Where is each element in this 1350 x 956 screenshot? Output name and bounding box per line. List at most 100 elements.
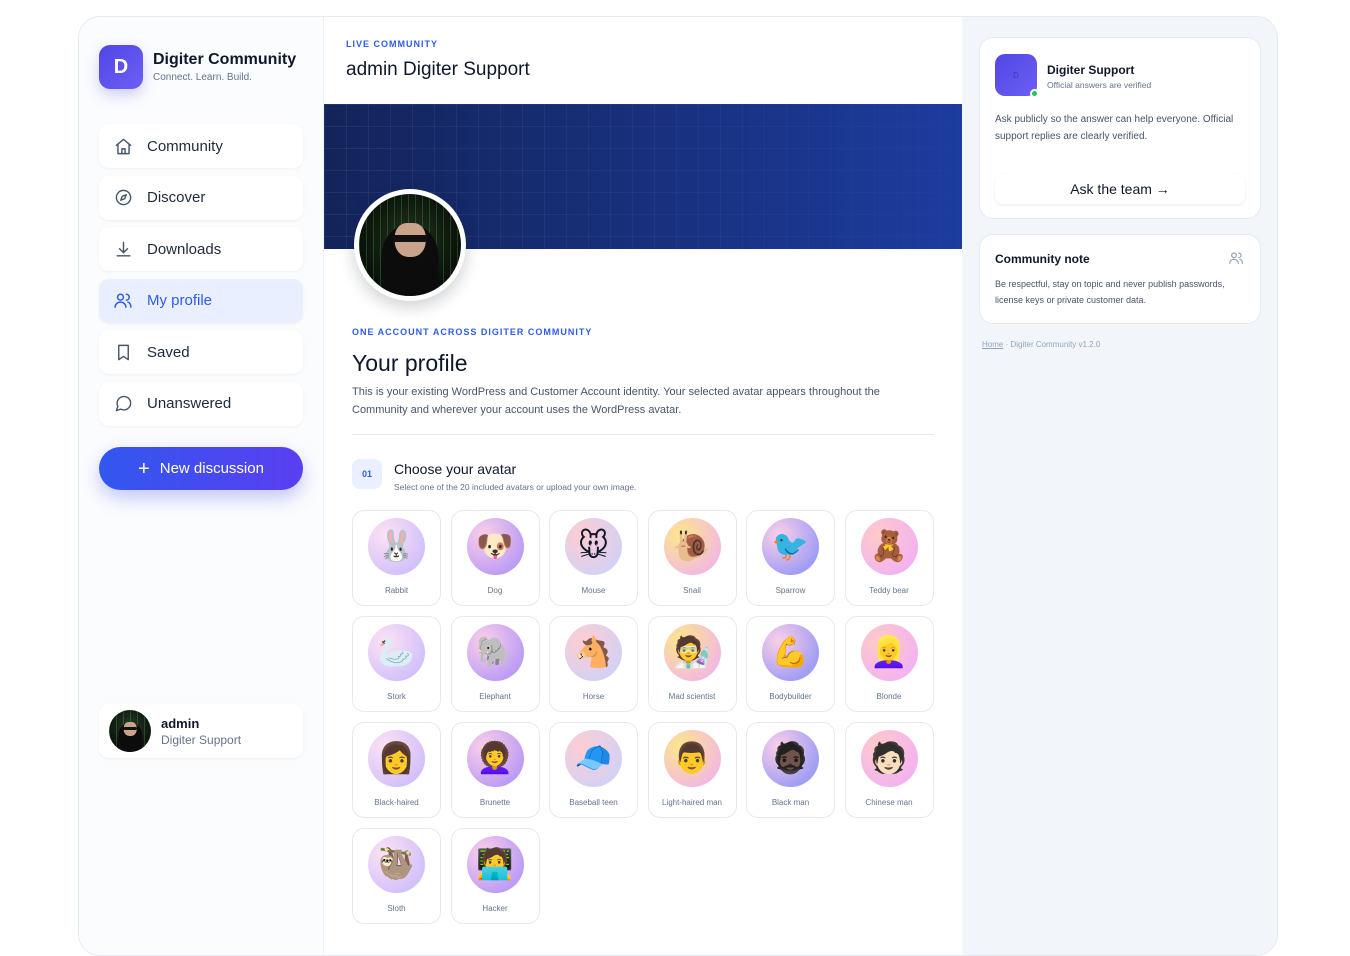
- profile-title: Your profile: [352, 350, 468, 376]
- avatar-name: Mad scientist: [668, 692, 716, 701]
- users-icon: [1228, 250, 1244, 271]
- page-title: admin Digiter Support: [346, 59, 530, 80]
- support-card: D Digiter Support Official answers are v…: [979, 37, 1261, 219]
- sidebar-item-saved[interactable]: Saved: [99, 330, 303, 374]
- sidebar-item-unanswered[interactable]: Unanswered: [99, 381, 303, 426]
- right-sidebar: D Digiter Support Official answers are v…: [962, 17, 1277, 955]
- divider: [352, 434, 934, 435]
- avatar-name: Blonde: [876, 692, 902, 701]
- bookmark-icon: [113, 342, 133, 362]
- sidebar-item-label: Discover: [147, 189, 206, 206]
- avatar-image: 🐌: [663, 518, 721, 575]
- compass-icon: [113, 188, 133, 208]
- sidebar-item-my-profile[interactable]: My profile: [99, 278, 303, 323]
- avatar-name: Black-haired: [374, 798, 419, 807]
- avatar-name: Stork: [387, 692, 406, 701]
- avatar-option-black-man[interactable]: 🧔🏿 Black man: [746, 722, 835, 818]
- step-subtitle: Select one of the 20 included avatars or…: [394, 482, 637, 492]
- new-discussion-button[interactable]: + New discussion: [99, 447, 303, 490]
- avatar-option-mouse[interactable]: 🐭 Mouse: [549, 510, 638, 606]
- footer-version: Digiter Community v1.2.0: [1010, 340, 1101, 349]
- home-link[interactable]: Home: [982, 340, 1003, 349]
- step-title: Choose your avatar: [394, 461, 517, 477]
- sidebar-item-downloads[interactable]: Downloads: [99, 227, 303, 271]
- new-discussion-label: New discussion: [159, 460, 264, 477]
- avatar-name: Bodybuilder: [769, 692, 812, 701]
- avatar-option-stork[interactable]: 🦢 Stork: [352, 616, 441, 712]
- brand-logo: D: [99, 45, 143, 89]
- avatar-option-elephant[interactable]: 🐘 Elephant: [450, 616, 540, 712]
- avatar-option-baseball-teen[interactable]: 🧢 Baseball teen: [549, 722, 638, 818]
- avatar-image: 👱‍♀️: [860, 624, 918, 681]
- avatar-image: 🦥: [368, 836, 425, 893]
- sidebar-nav: Community Discover Downloads My profile: [99, 124, 303, 433]
- note-description: Be respectful, stay on topic and never p…: [995, 279, 1225, 305]
- ask-the-team-button[interactable]: Ask the team →: [995, 174, 1245, 204]
- avatar-grid: 🐰 Rabbit 🐶 Dog 🐭 Mouse 🐌 Snail 🐦 Sparrow 🧸 Teddy be…: [352, 510, 934, 924]
- message-circle-icon: [113, 394, 133, 414]
- avatar-name: Dog: [487, 586, 503, 595]
- avatar-name: Light-haired man: [661, 798, 723, 807]
- sidebar: D Digiter Community Connect. Learn. Buil…: [79, 17, 324, 955]
- avatar-image: 🧔🏿: [762, 730, 819, 787]
- avatar-name: Sloth: [387, 904, 406, 913]
- support-name: Digiter Support: [1047, 63, 1135, 77]
- avatar-name: Brunette: [479, 798, 511, 807]
- avatar-option-dog[interactable]: 🐶 Dog: [450, 510, 540, 606]
- avatar-image: 💪: [762, 624, 819, 681]
- support-subtitle: Official answers are verified: [1047, 80, 1152, 90]
- community-note-card: Community note Be respectful, stay on to…: [979, 234, 1261, 324]
- avatar-image: 🧑‍💻: [466, 836, 524, 893]
- brand-tagline: Connect. Learn. Build.: [153, 72, 252, 83]
- home-icon: [113, 136, 133, 156]
- avatar-option-light-haired-man[interactable]: 👨 Light-haired man: [647, 722, 737, 818]
- avatar-name: Teddy bear: [869, 586, 909, 595]
- sidebar-item-label: Saved: [147, 343, 190, 361]
- sidebar-item-community[interactable]: Community: [99, 124, 303, 168]
- avatar-name: Chinese man: [865, 798, 913, 807]
- avatar-image: 🧑‍🔬: [663, 624, 721, 681]
- avatar-image: 🧸: [860, 518, 918, 575]
- avatar-option-snail[interactable]: 🐌 Snail: [647, 510, 737, 606]
- avatar-option-hacker[interactable]: 🧑‍💻 Hacker: [450, 828, 540, 924]
- avatar: [109, 710, 151, 752]
- avatar-name: Black man: [771, 798, 810, 807]
- profile-description: This is your existing WordPress and Cust…: [352, 386, 880, 416]
- download-icon: [113, 239, 133, 259]
- avatar-option-brunette[interactable]: 👩‍🦱 Brunette: [450, 722, 540, 818]
- avatar-image: 🧑🏻: [860, 730, 918, 787]
- plus-icon: +: [138, 457, 150, 480]
- sidebar-item-label: Unanswered: [147, 395, 232, 412]
- note-title: Community note: [995, 252, 1090, 266]
- avatar-option-teddy-bear[interactable]: 🧸 Teddy bear: [844, 510, 934, 606]
- avatar-option-bodybuilder[interactable]: 💪 Bodybuilder: [746, 616, 835, 712]
- brand-title: Digiter Community: [153, 51, 297, 68]
- users-icon: [113, 291, 133, 311]
- avatar-option-sloth[interactable]: 🦥 Sloth: [352, 828, 441, 924]
- avatar-image: 🐘: [466, 624, 524, 681]
- avatar-option-mad-scientist[interactable]: 🧑‍🔬 Mad scientist: [647, 616, 737, 712]
- brand[interactable]: D Digiter Community Connect. Learn. Buil…: [99, 45, 296, 89]
- footer-separator: ·: [1005, 340, 1009, 349]
- avatar-image: 🦢: [368, 624, 425, 681]
- avatar-image: 👩‍🦱: [466, 730, 524, 787]
- avatar-name: Rabbit: [384, 586, 409, 595]
- avatar-option-horse[interactable]: 🐴 Horse: [549, 616, 638, 712]
- header-eyebrow: LIVE COMMUNITY: [346, 39, 438, 49]
- avatar-option-chinese-man[interactable]: 🧑🏻 Chinese man: [844, 722, 934, 818]
- footer: Home · Digiter Community v1.2.0: [982, 340, 1100, 349]
- sidebar-item-discover[interactable]: Discover: [99, 175, 303, 220]
- avatar-image: 👩: [368, 730, 425, 787]
- profile-avatar[interactable]: [354, 189, 466, 301]
- avatar-option-blonde[interactable]: 👱‍♀️ Blonde: [844, 616, 934, 712]
- avatar-image: 👨: [663, 730, 721, 787]
- avatar-option-black-haired[interactable]: 👩 Black-haired: [352, 722, 441, 818]
- avatar-option-sparrow[interactable]: 🐦 Sparrow: [746, 510, 835, 606]
- sidebar-item-label: Community: [147, 137, 223, 155]
- avatar-name: Horse: [582, 692, 605, 701]
- avatar-image: 🐶: [466, 518, 524, 575]
- step-number-badge: 01: [352, 459, 382, 489]
- sidebar-item-label: My profile: [147, 292, 213, 309]
- avatar-option-rabbit[interactable]: 🐰 Rabbit: [352, 510, 441, 606]
- user-card[interactable]: admin Digiter Support: [99, 704, 303, 758]
